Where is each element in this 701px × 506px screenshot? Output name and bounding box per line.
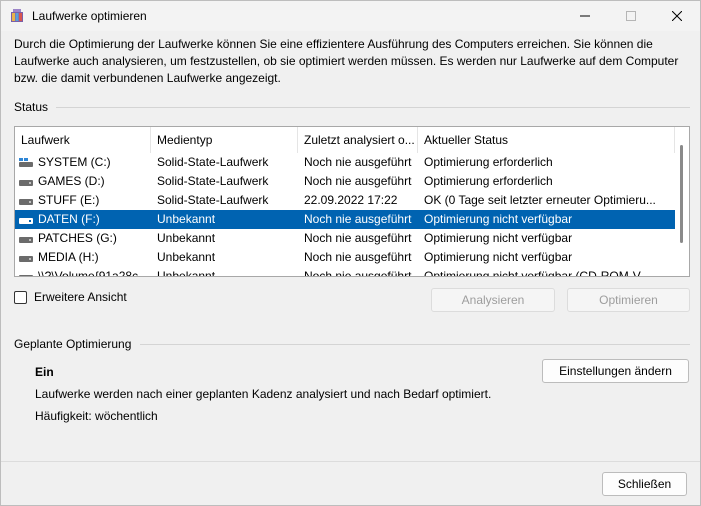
current-status-cell: Optimierung nicht verfügbar xyxy=(424,212,573,226)
drive-row[interactable]: SYSTEM (C:) Solid-State-Laufwerk Noch nie … xyxy=(15,153,675,172)
column-header-current-status[interactable]: Aktueller Status xyxy=(418,127,675,153)
drive-name: STUFF (E:) xyxy=(38,193,100,207)
status-divider xyxy=(56,107,690,108)
media-type-cell: Solid-State-Laufwerk xyxy=(157,193,269,207)
column-header-media-type[interactable]: Medientyp xyxy=(151,127,298,153)
schedule-state: Ein xyxy=(35,365,54,379)
advanced-view-checkbox[interactable]: Erweitere Ansicht xyxy=(14,290,127,304)
close-window-button[interactable] xyxy=(654,1,700,31)
title-bar: Laufwerke optimieren xyxy=(1,1,700,31)
change-settings-button[interactable]: Einstellungen ändern xyxy=(542,359,689,383)
drive-name: MEDIA (H:) xyxy=(38,250,99,264)
drive-cell: SYSTEM (C:) xyxy=(15,153,151,172)
column-header-last-analyzed[interactable]: Zuletzt analysiert o... xyxy=(298,127,418,153)
current-status-cell: Optimierung nicht verfügbar xyxy=(424,250,573,264)
last-analyzed-cell: Noch nie ausgeführt xyxy=(304,174,412,188)
drive-cell: STUFF (E:) xyxy=(15,191,151,210)
media-type-cell: Unbekannt xyxy=(157,250,216,264)
drive-icon xyxy=(19,217,33,224)
advanced-view-label: Erweitere Ansicht xyxy=(34,290,127,304)
schedule-divider xyxy=(140,344,690,345)
drive-cell: PATCHES (G:) xyxy=(15,229,151,248)
drive-row[interactable]: MEDIA (H:) Unbekannt Noch nie ausgeführt Op… xyxy=(15,248,675,267)
drive-icon xyxy=(19,255,33,262)
schedule-frequency: Häufigkeit: wöchentlich xyxy=(35,409,158,423)
last-analyzed-cell: Noch nie ausgeführt xyxy=(304,155,412,169)
close-button[interactable]: Schließen xyxy=(602,472,687,496)
drive-icon xyxy=(19,274,33,276)
maximize-icon xyxy=(626,11,636,21)
drive-icon xyxy=(19,198,33,205)
last-analyzed-cell: Noch nie ausgeführt xyxy=(304,269,412,277)
last-analyzed-cell: Noch nie ausgeführt xyxy=(304,250,412,264)
drive-name: \\?\Volume{91a28c... xyxy=(38,269,149,277)
windows-drive-icon xyxy=(19,157,33,167)
drive-cell: \\?\Volume{91a28c... xyxy=(15,267,151,277)
description-text: Durch die Optimierung der Laufwerke könn… xyxy=(14,37,679,85)
checkbox-box[interactable] xyxy=(14,290,27,304)
defrag-app-icon xyxy=(11,9,23,22)
footer-bar: Schließen xyxy=(1,461,700,505)
current-status-cell: OK (0 Tage seit letzter erneuter Optimie… xyxy=(424,193,656,207)
optimize-button[interactable]: Optimieren xyxy=(567,288,690,312)
media-type-cell: Unbekannt xyxy=(157,269,216,277)
drive-row[interactable]: DATEN (F:) Unbekannt Noch nie ausgeführt Op… xyxy=(15,210,675,229)
drive-name: PATCHES (G:) xyxy=(38,231,117,245)
drive-cell: MEDIA (H:) xyxy=(15,248,151,267)
status-section-label: Status xyxy=(14,100,49,114)
drives-list-header: Laufwerk Medientyp Zuletzt analysiert o.… xyxy=(15,127,675,153)
scrollbar-thumb[interactable] xyxy=(680,145,683,243)
drive-cell: DATEN (F:) xyxy=(15,210,151,229)
last-analyzed-cell: Noch nie ausgeführt xyxy=(304,212,412,226)
drive-row[interactable]: PATCHES (G:) Unbekannt Noch nie ausgeführt… xyxy=(15,229,675,248)
list-scrollbar[interactable] xyxy=(675,127,689,276)
drive-cell: GAMES (D:) xyxy=(15,172,151,191)
drive-icon xyxy=(19,236,33,243)
current-status-cell: Optimierung erforderlich xyxy=(424,174,553,188)
minimize-button[interactable] xyxy=(562,1,608,31)
media-type-cell: Solid-State-Laufwerk xyxy=(157,174,269,188)
current-status-cell: Optimierung nicht verfügbar (CD-ROM-V... xyxy=(424,269,650,277)
last-analyzed-cell: 22.09.2022 17:22 xyxy=(304,193,398,207)
window-title: Laufwerke optimieren xyxy=(32,9,147,23)
minimize-icon xyxy=(580,15,590,17)
drive-row[interactable]: \\?\Volume{91a28c... Unbekannt Noch nie au… xyxy=(15,267,675,277)
maximize-button[interactable] xyxy=(608,1,654,31)
drives-list-rows: SYSTEM (C:) Solid-State-Laufwerk Noch nie … xyxy=(15,153,675,277)
column-header-drive[interactable]: Laufwerk xyxy=(15,127,151,153)
close-icon xyxy=(672,11,682,21)
drive-name: GAMES (D:) xyxy=(38,174,105,188)
media-type-cell: Unbekannt xyxy=(157,231,216,245)
optimize-drives-window: Laufwerke optimieren Durch die Optimieru… xyxy=(0,0,701,506)
drive-row[interactable]: STUFF (E:) Solid-State-Laufwerk 22.09.2022… xyxy=(15,191,675,210)
schedule-description: Laufwerke werden nach einer geplanten Ka… xyxy=(35,387,492,401)
drive-row[interactable]: GAMES (D:) Solid-State-Laufwerk Noch nie a… xyxy=(15,172,675,191)
drive-name: SYSTEM (C:) xyxy=(38,155,111,169)
schedule-section-label: Geplante Optimierung xyxy=(14,337,132,351)
drive-icon xyxy=(19,179,33,186)
current-status-cell: Optimierung nicht verfügbar xyxy=(424,231,573,245)
analyze-button[interactable]: Analysieren xyxy=(431,288,555,312)
media-type-cell: Solid-State-Laufwerk xyxy=(157,155,269,169)
drives-list[interactable]: Laufwerk Medientyp Zuletzt analysiert o.… xyxy=(14,126,690,277)
current-status-cell: Optimierung erforderlich xyxy=(424,155,553,169)
drive-name: DATEN (F:) xyxy=(38,212,100,226)
last-analyzed-cell: Noch nie ausgeführt xyxy=(304,231,412,245)
media-type-cell: Unbekannt xyxy=(157,212,216,226)
